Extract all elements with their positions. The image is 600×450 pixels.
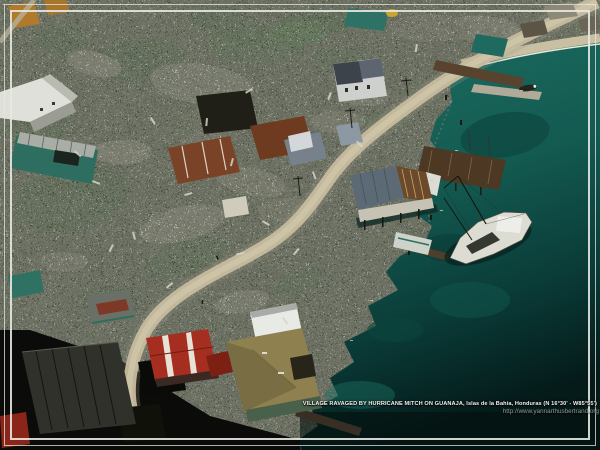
photo-credit-url: http://www.yannarthusbertrand.org [503, 408, 599, 415]
photo-caption: VILLAGE RAVAGED BY HURRICANE MITCH ON GU… [303, 401, 597, 407]
aerial-photograph [0, 0, 600, 450]
white-two-story-house [333, 58, 387, 102]
photo-frame: VILLAGE RAVAGED BY HURRICANE MITCH ON GU… [0, 0, 600, 450]
